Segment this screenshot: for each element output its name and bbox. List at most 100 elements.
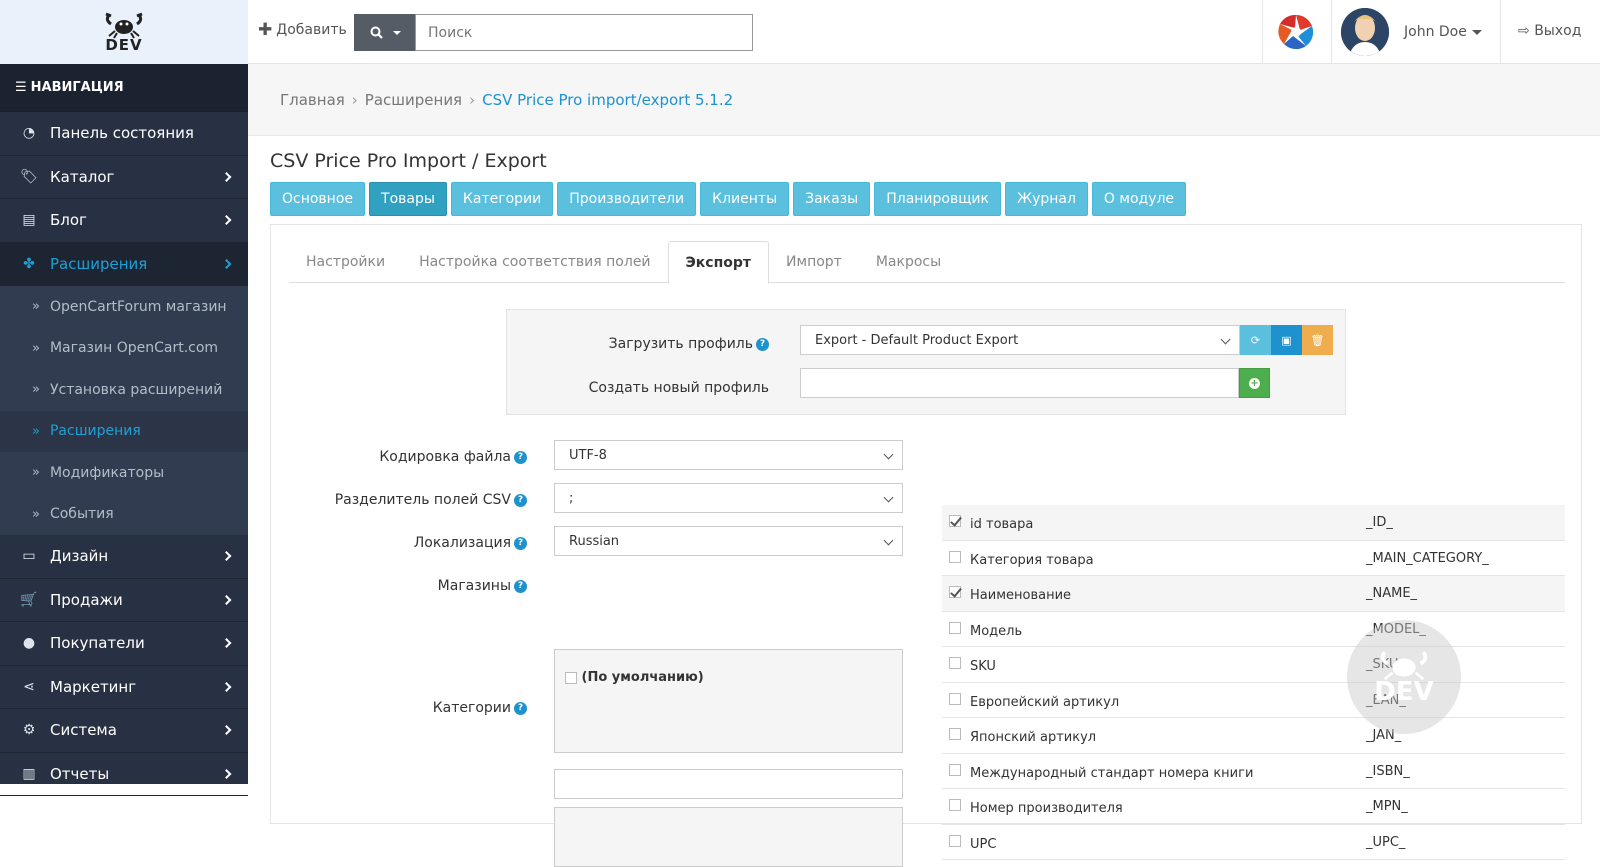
help-icon[interactable]: ? bbox=[514, 701, 527, 715]
subtab-settings[interactable]: Настройки bbox=[289, 241, 402, 283]
list-item[interactable]: Модель _MODEL_ bbox=[942, 612, 1565, 647]
sidebar-item-system[interactable]: ⚙ Система bbox=[0, 709, 248, 753]
search-input[interactable] bbox=[415, 14, 753, 51]
chevron-right-icon bbox=[221, 681, 232, 692]
sidebar-subitem-extensions[interactable]: » Расширения bbox=[0, 410, 248, 452]
caret-down-icon[interactable] bbox=[1472, 30, 1482, 35]
field-checkbox[interactable] bbox=[949, 515, 961, 527]
encoding-select[interactable]: UTF-8 bbox=[554, 440, 903, 470]
tab-about[interactable]: О модуле bbox=[1091, 182, 1187, 216]
list-item[interactable]: Японский артикул _JAN_ bbox=[942, 718, 1565, 754]
list-item[interactable]: Номер производителя _MPN_ bbox=[942, 789, 1565, 825]
field-key: _NAME_ bbox=[1366, 586, 1418, 601]
sidebar-item-extensions[interactable]: ✤ Расширения bbox=[0, 242, 248, 286]
user-name[interactable]: John Doe bbox=[1404, 24, 1467, 40]
list-item[interactable]: id товара _ID_ bbox=[942, 505, 1565, 541]
field-name: Международный стандарт номера книги bbox=[970, 765, 1254, 781]
sidebar-item-blog[interactable]: ▤ Блог bbox=[0, 199, 248, 243]
subtab-field-mapping[interactable]: Настройка соответствия полей bbox=[402, 241, 667, 283]
list-item[interactable]: SKU _SKU_ bbox=[942, 647, 1565, 683]
field-name: Категория товара bbox=[970, 552, 1094, 568]
delimiter-value: ; bbox=[569, 490, 574, 506]
help-icon[interactable]: ? bbox=[514, 493, 527, 507]
logout-link[interactable]: ⇨ Выход bbox=[1518, 23, 1581, 39]
create-profile-button[interactable]: + bbox=[1239, 368, 1270, 398]
tab-scheduler[interactable]: Планировщик bbox=[874, 182, 1001, 216]
new-profile-input[interactable] bbox=[800, 368, 1239, 398]
add-button[interactable]: ✚ Добавить bbox=[258, 20, 347, 40]
plus-icon: ✚ bbox=[258, 20, 273, 40]
field-checkbox[interactable] bbox=[949, 834, 961, 847]
avatar[interactable] bbox=[1341, 8, 1389, 56]
sub-tabs: Настройки Настройка соответствия полей Э… bbox=[289, 241, 1565, 284]
field-checkbox[interactable] bbox=[949, 657, 961, 669]
sidebar-subitem-events[interactable]: » События bbox=[0, 494, 248, 536]
breadcrumb-home[interactable]: Главная bbox=[280, 91, 345, 109]
search-type-button[interactable] bbox=[354, 14, 416, 51]
breadcrumb: Главная › Расширения › CSV Price Pro imp… bbox=[248, 64, 1600, 136]
save-profile-button[interactable]: ▣ bbox=[1271, 325, 1302, 355]
list-item[interactable]: Наименование _NAME_ bbox=[942, 576, 1565, 612]
sidebar-item-design[interactable]: ▭ Дизайн bbox=[0, 535, 248, 579]
tab-categories[interactable]: Категории bbox=[450, 182, 554, 216]
subtab-macros[interactable]: Макросы bbox=[859, 241, 958, 283]
book-icon: ▤ bbox=[22, 212, 36, 229]
sidebar-item-label: Панель состояния bbox=[50, 124, 194, 143]
aperture-icon[interactable] bbox=[1278, 14, 1314, 50]
field-checkbox[interactable] bbox=[949, 692, 961, 705]
refresh-profile-button[interactable]: ⟳ bbox=[1240, 325, 1271, 355]
breadcrumb-current[interactable]: CSV Price Pro import/export 5.1.2 bbox=[482, 91, 733, 109]
help-icon[interactable]: ? bbox=[514, 579, 527, 593]
tab-log[interactable]: Журнал bbox=[1004, 182, 1088, 216]
list-item[interactable]: Категория товара _MAIN_CATEGORY_ bbox=[942, 541, 1565, 576]
sidebar-subitem-modifications[interactable]: » Модификаторы bbox=[0, 452, 248, 494]
logo[interactable]: DEV bbox=[0, 0, 248, 64]
double-chevron-icon: » bbox=[32, 423, 40, 439]
load-profile-select[interactable]: Export - Default Product Export bbox=[800, 325, 1240, 355]
help-icon[interactable]: ? bbox=[514, 536, 527, 550]
sidebar-item-sales[interactable]: 🛒 Продажи bbox=[0, 579, 248, 622]
list-item[interactable]: Европейский артикул _EAN_ bbox=[942, 683, 1565, 718]
sidebar-item-catalog[interactable]: 🏷 Каталог bbox=[0, 156, 248, 199]
sidebar-item-reports[interactable]: ▥ Отчеты bbox=[0, 753, 248, 796]
subtab-import[interactable]: Импорт bbox=[769, 241, 859, 283]
categories-filter-input[interactable] bbox=[554, 769, 903, 799]
sidebar-item-dashboard[interactable]: ◔ Панель состояния bbox=[0, 112, 248, 156]
help-icon[interactable]: ? bbox=[756, 337, 769, 351]
sidebar-subitem-installer[interactable]: » Установка расширений bbox=[0, 369, 248, 411]
user-icon: ● bbox=[22, 635, 36, 652]
field-checkbox[interactable] bbox=[949, 586, 961, 598]
sidebar-item-marketing[interactable]: ⋖ Маркетинг bbox=[0, 666, 248, 709]
field-checkbox[interactable] bbox=[949, 550, 961, 563]
list-item[interactable]: UPC _UPC_ bbox=[942, 825, 1565, 860]
field-checkbox[interactable] bbox=[949, 621, 961, 634]
tab-customers[interactable]: Клиенты bbox=[700, 182, 790, 216]
breadcrumb-extensions[interactable]: Расширения bbox=[365, 91, 462, 109]
caret-down-icon bbox=[392, 30, 401, 35]
sidebar-subitem-opencart-store[interactable]: » Магазин OpenCart.com bbox=[0, 328, 248, 370]
delete-profile-button[interactable]: 🗑 bbox=[1302, 325, 1333, 355]
sidebar-subitem-ocforum-store[interactable]: » OpenCartForum магазин bbox=[0, 286, 248, 328]
desktop-icon: ▭ bbox=[22, 548, 36, 565]
help-icon[interactable]: ? bbox=[514, 450, 527, 464]
store-default-option[interactable]: (По умолчанию) bbox=[565, 670, 704, 685]
field-checkbox[interactable] bbox=[949, 799, 961, 811]
tab-general[interactable]: Основное bbox=[270, 182, 366, 216]
field-checkbox[interactable] bbox=[949, 763, 961, 776]
tab-manufacturers[interactable]: Производители bbox=[557, 182, 697, 216]
sidebar-subitem-label: События bbox=[49, 506, 114, 523]
subtab-export[interactable]: Экспорт bbox=[667, 241, 770, 284]
trash-icon: 🗑 bbox=[1310, 333, 1325, 347]
field-checkbox[interactable] bbox=[949, 728, 961, 740]
nav-heading[interactable]: ☰ НАВИГАЦИЯ bbox=[0, 64, 248, 112]
store-default-checkbox[interactable] bbox=[565, 671, 577, 684]
locale-select[interactable]: Russian bbox=[554, 526, 903, 556]
sidebar-subitem-label: Установка расширений bbox=[49, 381, 223, 398]
create-profile-label: Создать новый профиль bbox=[588, 380, 769, 396]
sidebar-item-customers[interactable]: ● Покупатели bbox=[0, 622, 248, 666]
load-profile-label-text: Загрузить профиль bbox=[608, 336, 753, 352]
locale-value: Russian bbox=[569, 533, 620, 549]
tab-products[interactable]: Товары bbox=[369, 182, 447, 216]
delimiter-select[interactable]: ; bbox=[554, 483, 903, 513]
tab-orders[interactable]: Заказы bbox=[793, 182, 871, 216]
